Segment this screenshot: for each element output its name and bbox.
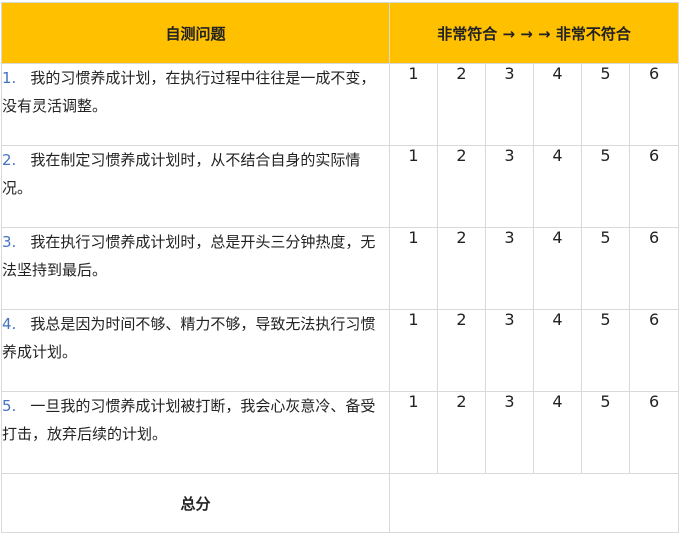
score-option[interactable]: 1	[389, 145, 438, 228]
score-option[interactable]: 4	[533, 309, 582, 392]
question-row: 5. 一旦我的习惯养成计划被打断，我会心灰意冷、备受打击，放弃后续的计划。 1 2 3 4…	[1, 391, 680, 474]
score-option[interactable]: 3	[485, 391, 534, 474]
question-cell: 1. 我的习惯养成计划，在执行过程中往往是一成不变，没有灵活调整。	[1, 63, 390, 146]
total-score-cell[interactable]	[388, 473, 680, 533]
score-option[interactable]: 5	[581, 391, 630, 474]
question-cell: 4. 我总是因为时间不够、精力不够，导致无法执行习惯养成计划。	[1, 309, 390, 392]
total-label: 总分	[1, 473, 390, 533]
question-text: 一旦我的习惯养成计划被打断，我会心灰意冷、备受打击，放弃后续的计划。	[2, 397, 376, 443]
question-number: 3.	[2, 233, 17, 251]
score-option[interactable]: 4	[533, 391, 582, 474]
scale-column-header: 非常符合 → → → 非常不符合	[388, 2, 680, 64]
score-option[interactable]: 5	[581, 227, 630, 310]
score-option[interactable]: 1	[389, 391, 438, 474]
score-option[interactable]: 2	[437, 391, 486, 474]
question-number: 1.	[2, 69, 17, 87]
question-number: 5.	[2, 397, 17, 415]
score-option[interactable]: 4	[533, 145, 582, 228]
score-option[interactable]: 1	[389, 63, 438, 146]
question-cell: 5. 一旦我的习惯养成计划被打断，我会心灰意冷、备受打击，放弃后续的计划。	[1, 391, 390, 474]
question-row: 1. 我的习惯养成计划，在执行过程中往往是一成不变，没有灵活调整。 1 2 3 4 5 6	[1, 63, 680, 146]
score-option[interactable]: 2	[437, 227, 486, 310]
score-option[interactable]: 5	[581, 145, 630, 228]
question-text: 我在执行习惯养成计划时，总是开头三分钟热度，无法坚持到最后。	[2, 233, 376, 279]
score-option[interactable]: 3	[485, 309, 534, 392]
question-row: 3. 我在执行习惯养成计划时，总是开头三分钟热度，无法坚持到最后。 1 2 3 4 5 6	[1, 227, 680, 310]
score-option[interactable]: 6	[628, 63, 680, 146]
question-number: 2.	[2, 151, 17, 169]
score-option[interactable]: 5	[581, 309, 630, 392]
score-option[interactable]: 3	[485, 227, 534, 310]
score-option[interactable]: 6	[628, 145, 680, 228]
question-number: 4.	[2, 315, 17, 333]
question-cell: 3. 我在执行习惯养成计划时，总是开头三分钟热度，无法坚持到最后。	[1, 227, 390, 310]
score-option[interactable]: 6	[628, 309, 680, 392]
total-row: 总分	[1, 473, 680, 533]
score-option[interactable]: 1	[389, 227, 438, 310]
question-text: 我在制定习惯养成计划时，从不结合自身的实际情况。	[2, 151, 361, 197]
question-text: 我的习惯养成计划，在执行过程中往往是一成不变，没有灵活调整。	[2, 69, 376, 115]
score-option[interactable]: 4	[533, 63, 582, 146]
score-option[interactable]: 2	[437, 63, 486, 146]
question-cell: 2. 我在制定习惯养成计划时，从不结合自身的实际情况。	[1, 145, 390, 228]
score-option[interactable]: 6	[628, 227, 680, 310]
question-text: 我总是因为时间不够、精力不够，导致无法执行习惯养成计划。	[2, 315, 376, 361]
score-option[interactable]: 4	[533, 227, 582, 310]
score-option[interactable]: 2	[437, 309, 486, 392]
header-row: 自测问题 非常符合 → → → 非常不符合	[1, 2, 680, 64]
score-option[interactable]: 2	[437, 145, 486, 228]
question-row: 2. 我在制定习惯养成计划时，从不结合自身的实际情况。 1 2 3 4 5 6	[1, 145, 680, 228]
score-option[interactable]: 6	[628, 391, 680, 474]
questions-body: 1. 我的习惯养成计划，在执行过程中往往是一成不变，没有灵活调整。 1 2 3 4 5 6 2.…	[1, 63, 680, 533]
score-option[interactable]: 5	[581, 63, 630, 146]
question-column-header: 自测问题	[1, 2, 390, 64]
score-option[interactable]: 1	[389, 309, 438, 392]
self-assessment-table: 自测问题 非常符合 → → → 非常不符合 1. 我的习惯养成计划，在执行过程中往…	[1, 2, 680, 533]
question-row: 4. 我总是因为时间不够、精力不够，导致无法执行习惯养成计划。 1 2 3 4 5 6	[1, 309, 680, 392]
score-option[interactable]: 3	[485, 63, 534, 146]
score-option[interactable]: 3	[485, 145, 534, 228]
